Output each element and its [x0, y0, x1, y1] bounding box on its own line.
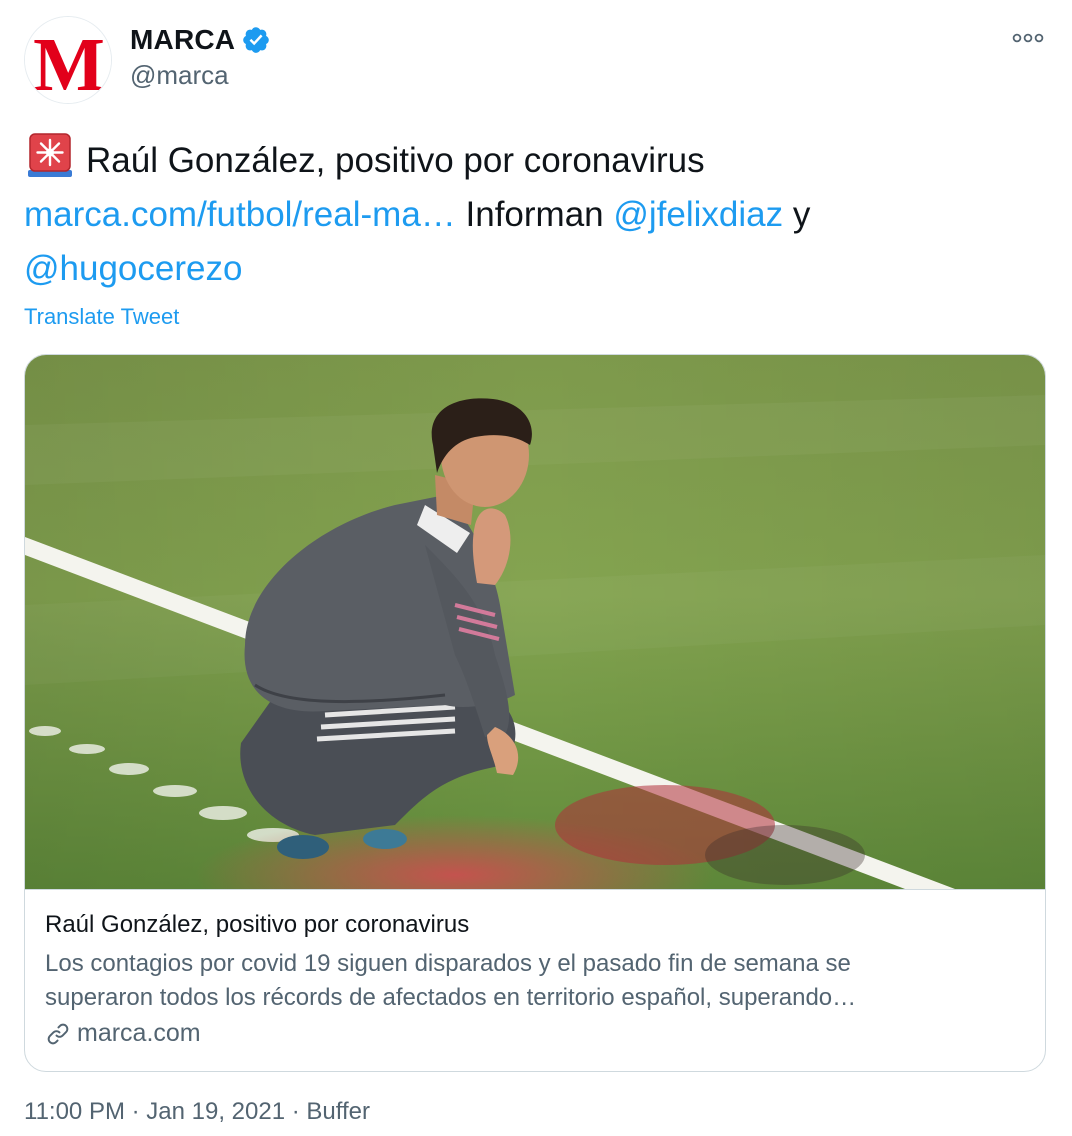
card-domain[interactable]: marca.com [45, 1019, 201, 1048]
tweet-time[interactable]: 11:00 PM [24, 1098, 125, 1125]
link-preview-card[interactable]: Raúl González, positivo por coronavirus … [24, 354, 1046, 1072]
mention-jfelixdiaz[interactable]: @jfelixdiaz [613, 195, 783, 234]
verified-badge-icon [243, 27, 270, 53]
more-options-button[interactable] [1008, 26, 1048, 50]
mention-hugocerezo[interactable]: @hugocerezo [24, 249, 242, 288]
tweet-line-1: Raúl González, positivo por coronavirus [24, 132, 1044, 188]
tweet-date[interactable]: Jan 19, 2021 [146, 1098, 285, 1125]
tweet-line-2: marca.com/futbol/real-ma… Informan @jfel… [24, 188, 1044, 242]
footer-separator: · [285, 1098, 307, 1125]
tweet-text: Raúl González, positivo por coronavirus … [24, 132, 1044, 296]
card-title[interactable]: Raúl González, positivo por coronavirus [45, 911, 469, 939]
rotating-light-emoji [28, 133, 72, 177]
tweet-source[interactable]: Buffer [306, 1098, 370, 1125]
author-name-row[interactable]: MARCA [130, 24, 271, 56]
translate-tweet-link[interactable]: Translate Tweet [24, 304, 179, 330]
card-description-line-2: superaron todos los récords de afectados… [45, 984, 857, 1011]
tweet: M MARCA @marca Raúl González, positivo p… [0, 0, 1072, 1136]
svg-text:M: M [33, 23, 105, 104]
tweet-footer: 11:00 PM · Jan 19, 2021 · Buffer [24, 1098, 370, 1126]
card-photo-coach-crouching [25, 355, 1045, 889]
card-description: Los contagios por covid 19 siguen dispar… [45, 947, 1025, 1015]
tweet-article-link[interactable]: marca.com/futbol/real-ma… [24, 195, 456, 234]
more-options-icon [1012, 33, 1044, 43]
footer-separator: · [124, 1098, 147, 1125]
author-avatar[interactable]: M [24, 16, 112, 104]
card-description-line-1: Los contagios por covid 19 siguen dispar… [45, 950, 851, 977]
marca-logo-icon: M [25, 17, 111, 104]
link-icon [47, 1023, 69, 1044]
card-domain-text[interactable]: marca.com [77, 1019, 201, 1048]
card-image[interactable] [25, 355, 1045, 890]
author-handle[interactable]: @marca [130, 60, 229, 91]
tweet-text-y: y [783, 195, 811, 234]
tweet-line-3: @hugocerezo [24, 242, 1044, 296]
author-display-name[interactable]: MARCA [130, 24, 235, 56]
tweet-headline: Raúl González, positivo por coronavirus [86, 141, 705, 180]
tweet-text-informan: Informan [455, 195, 614, 234]
